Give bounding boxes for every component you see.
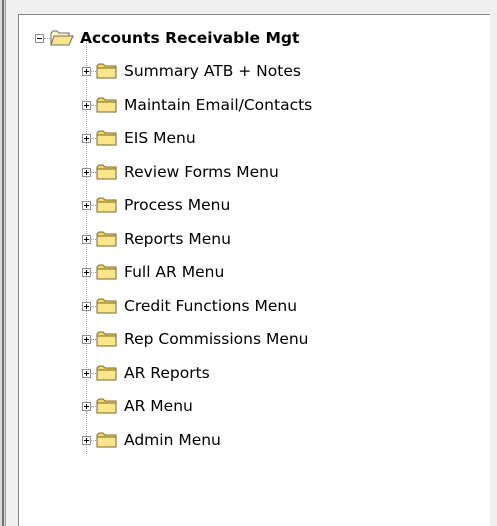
folder-icon [96,432,117,447]
tree-node-item[interactable]: Admin Menu [82,429,221,451]
tree-node-item[interactable]: Summary ATB + Notes [82,60,301,82]
expand-toggle-icon[interactable] [82,301,91,311]
expand-toggle-icon[interactable] [82,401,91,411]
expand-toggle-icon[interactable] [82,200,91,210]
tree-node-label: Maintain Email/Contacts [124,96,313,114]
folder-open-icon [50,30,74,46]
tree-node-label: Process Menu [124,196,231,214]
tree-node-label: Rep Commissions Menu [124,330,309,348]
expand-toggle-icon[interactable] [82,100,91,110]
tree-node-item[interactable]: Rep Commissions Menu [82,328,309,350]
folder-icon [96,130,117,145]
tree-node-root[interactable]: Accounts Receivable Mgt [35,27,299,49]
expand-toggle-icon[interactable] [82,167,91,177]
folder-icon [96,97,117,112]
tree-node-label: Full AR Menu [124,263,225,281]
folder-icon [96,331,117,346]
tree-node-item[interactable]: Process Menu [82,194,230,216]
expand-toggle-icon[interactable] [82,234,91,244]
folder-icon [96,197,117,212]
expand-toggle-icon[interactable] [82,334,91,344]
expand-toggle-icon[interactable] [82,368,91,378]
tree-node-item[interactable]: Reports Menu [82,228,231,250]
tree-node-item[interactable]: EIS Menu [82,127,196,149]
tree-node-label: Reports Menu [124,230,231,248]
tree-node-item[interactable]: AR Reports [82,362,210,384]
tree-node-label: AR Reports [124,364,210,382]
folder-icon [96,398,117,413]
tree-node-label: Accounts Receivable Mgt [80,29,300,47]
tree-node-item[interactable]: Review Forms Menu [82,161,279,183]
collapse-toggle-icon[interactable] [35,33,44,43]
tree-node-label: Admin Menu [124,431,221,449]
expand-toggle-icon[interactable] [82,133,91,143]
tree-node-label: EIS Menu [124,129,196,147]
folder-icon [96,365,117,380]
tree-node-label: Review Forms Menu [124,163,279,181]
tree-node-item[interactable]: Credit Functions Menu [82,295,297,317]
menu-tree-view[interactable]: Accounts Receivable Mgt Summary ATB + No… [18,14,497,526]
folder-icon [96,298,117,313]
expand-toggle-icon[interactable] [82,66,91,76]
tree-node-item[interactable]: Maintain Email/Contacts [82,94,312,116]
window-left-border [0,0,6,526]
tree-node-label: AR Menu [124,397,193,415]
tree-node-label: Summary ATB + Notes [124,62,301,80]
folder-icon [96,231,117,246]
expand-toggle-icon[interactable] [82,267,91,277]
expand-toggle-icon[interactable] [82,435,91,445]
tree-node-item[interactable]: Full AR Menu [82,261,224,283]
folder-icon [96,63,117,78]
folder-icon [96,164,117,179]
tree-node-item[interactable]: AR Menu [82,395,193,417]
tree-node-label: Credit Functions Menu [124,297,298,315]
folder-icon [96,264,117,279]
window-right-border [490,0,497,526]
tree-connector-line [44,37,50,39]
